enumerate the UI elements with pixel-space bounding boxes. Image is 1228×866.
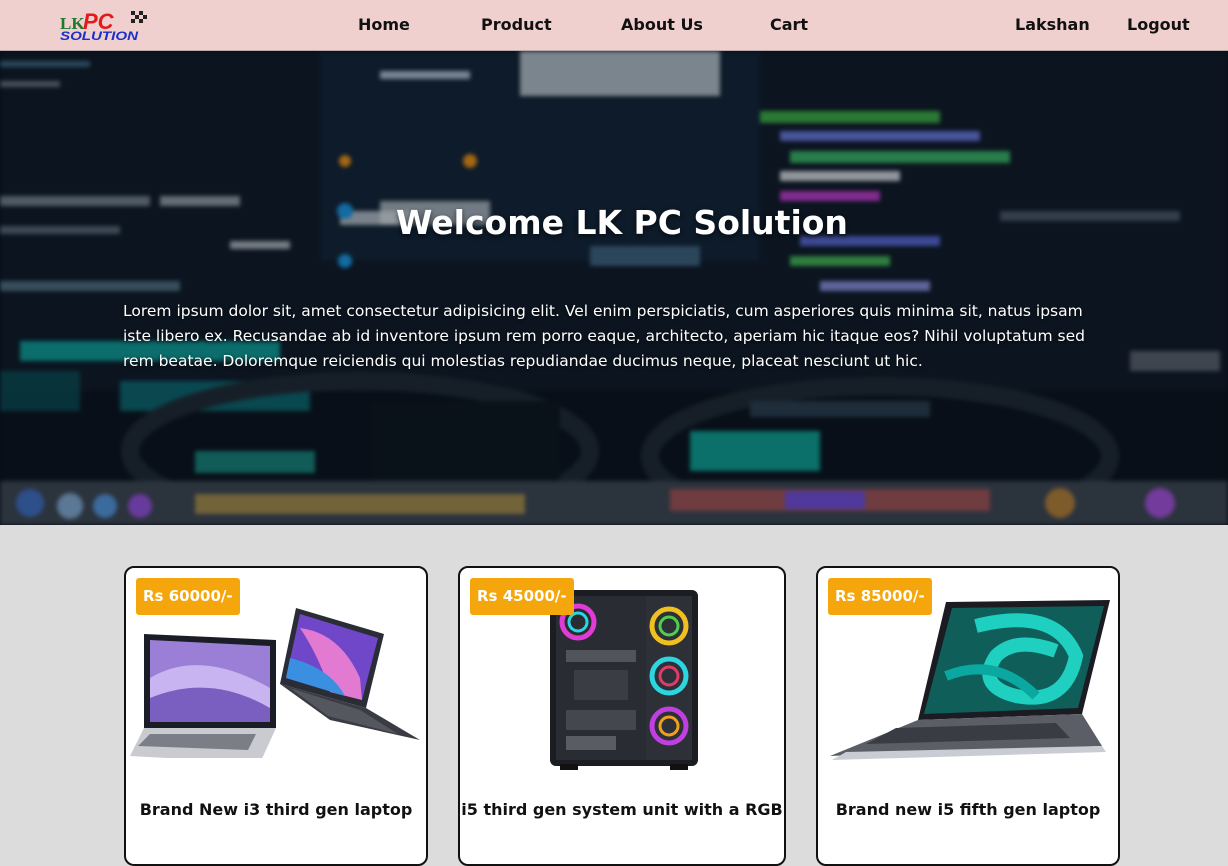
price-badge: Rs 60000/- <box>136 578 240 615</box>
product-card[interactable]: Rs 45000/- i5 third gen system unit with… <box>458 566 786 866</box>
product-card[interactable]: Rs 85000/- Brand new i5 fifth gen laptop <box>816 566 1120 866</box>
hero-text: Lorem ipsum dolor sit, amet consectetur … <box>123 302 1085 370</box>
product-title[interactable]: Brand New i3 third gen laptop <box>126 800 426 819</box>
nav-logout-link[interactable]: Logout <box>1127 15 1190 34</box>
product-title[interactable]: i5 third gen system unit with a RGB <box>460 800 784 819</box>
product-title[interactable]: Brand new i5 fifth gen laptop <box>818 800 1118 819</box>
nav-user-link[interactable]: Lakshan <box>1015 15 1090 34</box>
top-navbar: LK PC SOLUTION Home Product About Us Car… <box>0 0 1228 51</box>
nav-cart-link[interactable]: Cart <box>770 15 808 34</box>
hero-overlay <box>0 51 1228 525</box>
product-card[interactable]: Rs 60000/- Brand New i3 third gen laptop <box>124 566 428 866</box>
hero-banner: Welcome LK PC Solution Lorem ipsum dolor… <box>0 51 1228 525</box>
nav-product-link[interactable]: Product <box>481 15 552 34</box>
brand-logo[interactable]: LK PC SOLUTION <box>59 9 151 42</box>
price-badge: Rs 85000/- <box>828 578 932 615</box>
nav-about-link[interactable]: About Us <box>621 15 703 34</box>
price-badge: Rs 45000/- <box>470 578 574 615</box>
svg-text:SOLUTION: SOLUTION <box>60 29 138 42</box>
laptop-image <box>830 600 1110 760</box>
nav-home-link[interactable]: Home <box>358 15 410 34</box>
hero-title: Welcome LK PC Solution <box>396 203 848 242</box>
